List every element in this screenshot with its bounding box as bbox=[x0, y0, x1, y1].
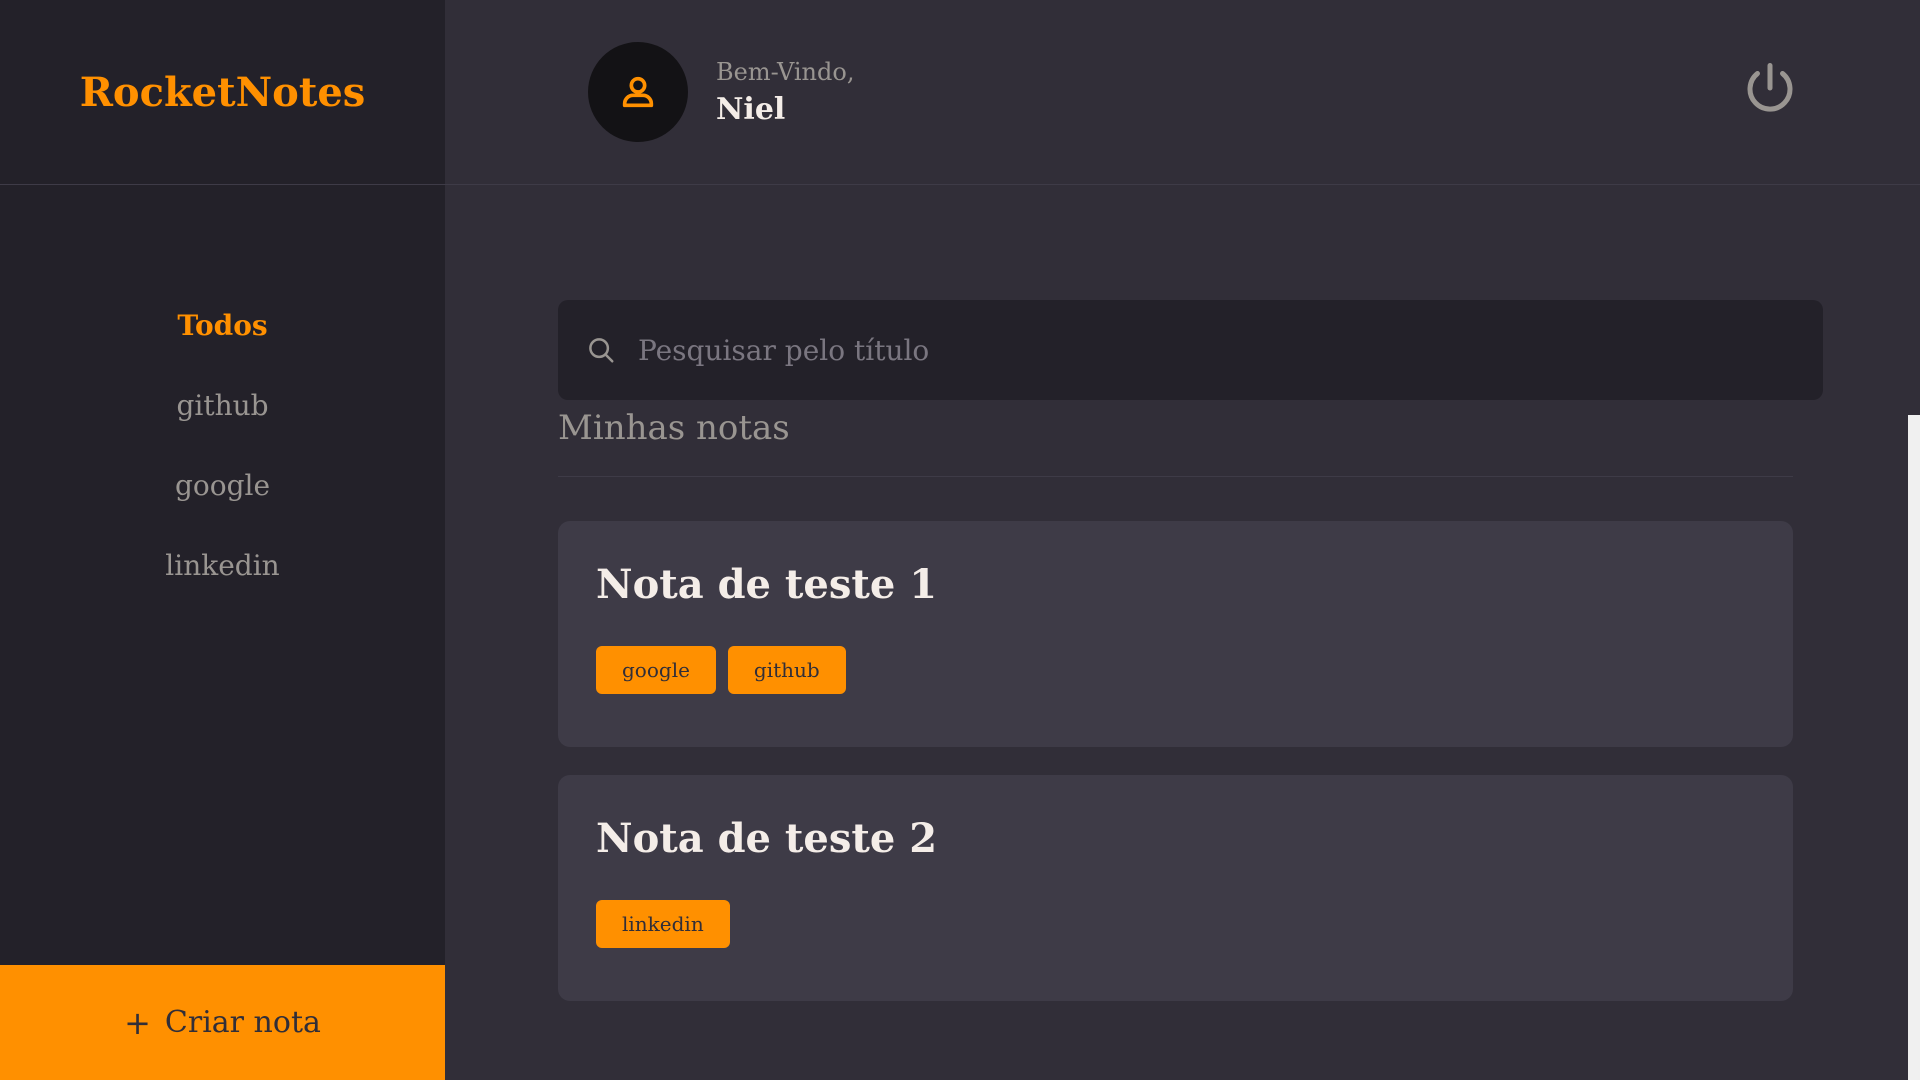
welcome-label: Bem-Vindo, bbox=[716, 57, 855, 86]
section-title: Minhas notas bbox=[558, 408, 1793, 477]
note-tags: google github bbox=[596, 646, 1755, 694]
brand: RocketNotes bbox=[0, 0, 445, 185]
sidebar: RocketNotes Todos github google linkedin… bbox=[0, 0, 445, 1080]
logout-button[interactable] bbox=[1740, 58, 1800, 118]
plus-icon: + bbox=[124, 1003, 151, 1042]
sidebar-item-google[interactable]: google bbox=[0, 445, 445, 525]
header: Bem-Vindo, Niel bbox=[445, 0, 1920, 185]
note-title: Nota de teste 1 bbox=[596, 561, 938, 608]
app: RocketNotes Todos github google linkedin… bbox=[0, 0, 1920, 1080]
search-input[interactable] bbox=[638, 333, 1795, 367]
notes-list: Nota de teste 1 google github Nota de te… bbox=[558, 521, 1793, 1001]
sidebar-item-github[interactable]: github bbox=[0, 365, 445, 445]
note-card[interactable]: Nota de teste 1 google github bbox=[558, 521, 1793, 747]
sidebar-item-linkedin[interactable]: linkedin bbox=[0, 525, 445, 605]
tag: google bbox=[596, 646, 716, 694]
note-tags: linkedin bbox=[596, 900, 1755, 948]
tag: linkedin bbox=[596, 900, 730, 948]
user-name[interactable]: Niel bbox=[716, 92, 854, 127]
note-title: Nota de teste 2 bbox=[596, 815, 938, 862]
search-bar[interactable] bbox=[558, 300, 1823, 400]
power-icon bbox=[1747, 63, 1793, 112]
tag: github bbox=[727, 646, 846, 694]
scrollbar[interactable] bbox=[1908, 415, 1920, 1080]
user-icon bbox=[622, 76, 654, 108]
main-content: Minhas notas Nota de teste 1 google gith… bbox=[558, 300, 1828, 1001]
tag-menu: Todos github google linkedin bbox=[0, 285, 445, 605]
brand-title: RocketNotes bbox=[79, 68, 366, 116]
note-card[interactable]: Nota de teste 2 linkedin bbox=[558, 775, 1793, 1001]
create-note-label: Criar nota bbox=[164, 1005, 321, 1040]
sidebar-item-todos[interactable]: Todos bbox=[0, 285, 445, 365]
create-note-button[interactable]: + Criar nota bbox=[0, 965, 445, 1080]
welcome: Bem-Vindo, Niel bbox=[716, 58, 854, 127]
search-icon bbox=[589, 338, 614, 363]
profile[interactable]: Bem-Vindo, Niel bbox=[588, 42, 854, 142]
avatar[interactable] bbox=[588, 42, 688, 142]
